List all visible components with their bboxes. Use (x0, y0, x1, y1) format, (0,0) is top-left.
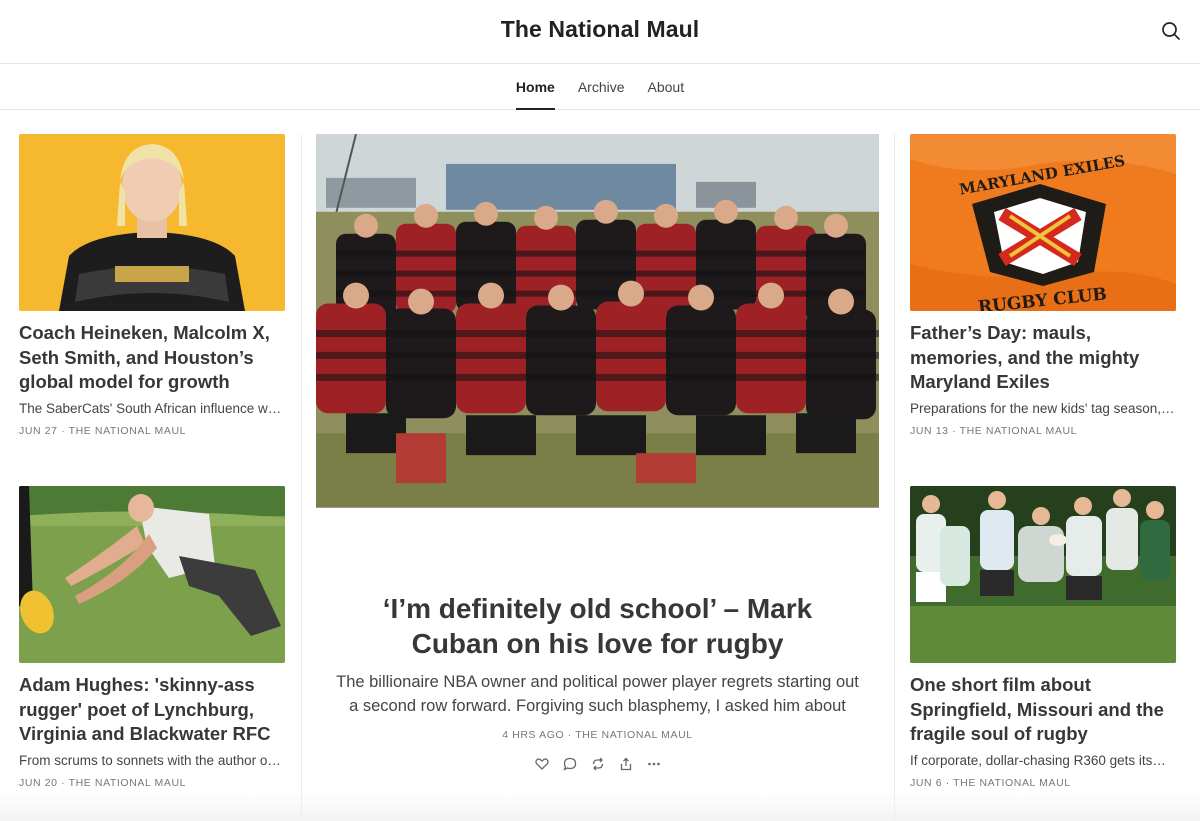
share-icon (620, 757, 631, 771)
comment-icon (562, 757, 576, 771)
meta-separator: · (948, 424, 960, 437)
site-header: The National Maul (0, 0, 1200, 64)
post-card[interactable]: One short film about Springfield, Missou… (910, 486, 1176, 789)
post-title[interactable]: One short film about Springfield, Missou… (910, 673, 1176, 747)
post-thumbnail[interactable] (19, 134, 285, 311)
column-divider-left (301, 134, 302, 821)
search-button[interactable] (1158, 18, 1184, 44)
post-thumbnail[interactable]: MARYLAND EXILES RUGBY CLUB (910, 134, 1176, 311)
comment-button[interactable] (562, 757, 577, 771)
post-author[interactable]: THE NATIONAL MAUL (69, 425, 187, 437)
post-card[interactable]: Coach Heineken, Malcolm X, Seth Smith, a… (19, 134, 285, 437)
featured-date: 4 HRS AGO (502, 729, 565, 741)
post-card[interactable]: MARYLAND EXILES RUGBY CLUB Father’s Day:… (910, 134, 1176, 437)
nav-tab-home[interactable]: Home (515, 64, 555, 110)
post-meta: JUN 27 · THE NATIONAL MAUL (19, 425, 285, 437)
featured-actions (316, 757, 879, 771)
post-title[interactable]: Father’s Day: mauls, memories, and the m… (910, 321, 1176, 395)
post-subtitle[interactable]: From scrums to sonnets with the author o… (19, 752, 285, 770)
meta-separator: · (942, 776, 954, 789)
nav-tab-about[interactable]: About (648, 64, 685, 109)
featured-subtitle[interactable]: The billionaire NBA owner and political … (316, 671, 879, 718)
restack-icon (592, 757, 603, 771)
post-author[interactable]: THE NATIONAL MAUL (960, 425, 1078, 437)
column-divider-right (894, 134, 895, 821)
restack-button[interactable] (591, 757, 605, 771)
post-meta: JUN 20 · THE NATIONAL MAUL (19, 777, 285, 789)
post-title[interactable]: Adam Hughes: 'skinny-ass rugger' poet of… (19, 673, 285, 747)
featured-title[interactable]: ‘I’m definitely old school’ – Mark Cuban… (316, 591, 879, 661)
post-author[interactable]: THE NATIONAL MAUL (953, 777, 1071, 789)
main-nav: Home Archive About (0, 64, 1200, 110)
post-date: JUN 6 (910, 776, 943, 789)
post-card[interactable]: Adam Hughes: 'skinny-ass rugger' poet of… (19, 486, 285, 789)
post-thumbnail[interactable] (910, 486, 1176, 663)
post-subtitle[interactable]: The SaberCats' South African influence w… (19, 400, 285, 418)
heart-icon (534, 758, 549, 770)
post-date: JUN 20 (19, 776, 58, 789)
site-title[interactable]: The National Maul (0, 16, 1200, 43)
ellipsis-icon (647, 762, 660, 766)
meta-separator: · (57, 424, 69, 437)
post-meta: JUN 13 · THE NATIONAL MAUL (910, 425, 1176, 437)
more-button[interactable] (647, 757, 661, 771)
post-date: JUN 27 (19, 424, 58, 437)
post-meta: JUN 6 · THE NATIONAL MAUL (910, 777, 1176, 789)
meta-separator: · (57, 776, 69, 789)
search-icon (1162, 22, 1180, 40)
featured-author[interactable]: THE NATIONAL MAUL (575, 729, 693, 741)
post-subtitle[interactable]: Preparations for the new kids' tag seaso… (910, 400, 1176, 418)
nav-tab-archive[interactable]: Archive (578, 64, 625, 109)
post-subtitle[interactable]: If corporate, dollar-chasing R360 gets i… (910, 752, 1176, 770)
post-title[interactable]: Coach Heineken, Malcolm X, Seth Smith, a… (19, 321, 285, 395)
featured-post[interactable]: ‘I’m definitely old school’ – Mark Cuban… (316, 134, 879, 771)
share-button[interactable] (619, 757, 633, 771)
post-thumbnail[interactable] (19, 486, 285, 663)
like-button[interactable] (534, 757, 549, 771)
post-author[interactable]: THE NATIONAL MAUL (69, 777, 187, 789)
bottom-fade (0, 791, 1200, 821)
featured-image[interactable] (316, 134, 879, 508)
featured-meta: 4 HRS AGO · THE NATIONAL MAUL (316, 729, 879, 741)
meta-separator: · (564, 729, 576, 741)
post-date: JUN 13 (910, 424, 949, 437)
